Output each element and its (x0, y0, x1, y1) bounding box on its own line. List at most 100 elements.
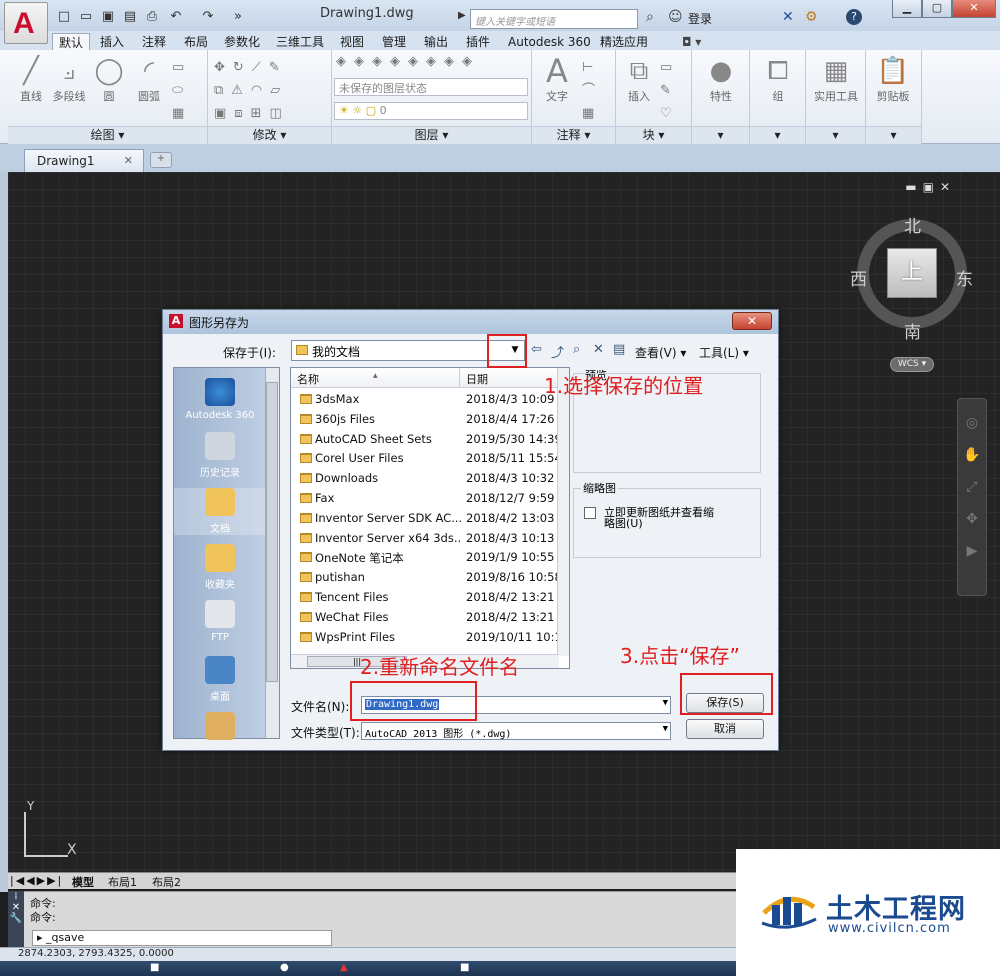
clipboard-tool[interactable]: 📋 剪贴板 (870, 54, 916, 104)
compass-west[interactable]: 西 (850, 265, 867, 290)
tab-model[interactable]: 模型 (72, 874, 94, 890)
place-documents[interactable]: 文档 (174, 488, 266, 535)
file-row[interactable]: Downloads 2018/4/3 10:32 (291, 469, 559, 489)
draw-small-tools[interactable]: ▭ ⬭ ▦ (172, 56, 202, 125)
taskbar-app-icon[interactable]: ■ (150, 962, 159, 976)
place-history[interactable]: 历史记录 (174, 432, 266, 479)
close-tab-icon[interactable]: ✕ (124, 154, 133, 167)
print-icon[interactable]: ⎙ (144, 9, 160, 25)
minimize-button[interactable]: ▁ (892, 0, 922, 18)
file-row[interactable]: WpsPrint Files 2019/10/11 10:1 (291, 628, 562, 648)
layer-current-select[interactable]: ☀ ☼ ▢ 0 (334, 102, 528, 120)
taskbar-app-icon[interactable]: ● (280, 962, 289, 976)
tab-view[interactable]: 视图 (334, 33, 370, 51)
update-thumbnail-checkbox[interactable] (584, 507, 596, 519)
tab-drawing1[interactable]: Drawing1 ✕ (24, 149, 144, 172)
text-tool[interactable]: A 文字 (534, 54, 580, 104)
annotate-panel-title[interactable]: 注释 ▾ (532, 126, 615, 144)
ribbon-toggle-icon[interactable]: ◘ ▾ (676, 33, 707, 51)
layout-nav-icon[interactable]: |◀◀▶▶| (10, 874, 63, 887)
places-scroll-thumb[interactable] (266, 382, 278, 682)
block-panel-title[interactable]: 块 ▾ (616, 126, 691, 144)
open-file-icon[interactable]: ▭ (78, 9, 94, 25)
viewport-controls[interactable]: ▬▣✕ (905, 180, 956, 194)
properties-tool[interactable]: ● 特性 (698, 54, 744, 104)
orbit-icon[interactable]: ✥ (958, 511, 986, 527)
file-row[interactable]: Fax 2018/12/7 9:59 (291, 489, 559, 509)
redo-icon[interactable]: ↷ (200, 9, 216, 25)
places-scrollbar[interactable] (265, 368, 279, 738)
taskbar-autocad-icon[interactable]: ▲ (340, 962, 348, 976)
group-tool[interactable]: ⧠ 组 (755, 54, 801, 104)
help-icon[interactable]: ? (846, 9, 862, 25)
view-menu[interactable]: 查看(V) ▾ (635, 344, 686, 361)
tab-featured-apps[interactable]: 精选应用 (594, 33, 654, 51)
viewcube-top-face[interactable]: 上 (887, 248, 937, 298)
cancel-button[interactable]: 取消 (686, 719, 764, 739)
utilities-collapse[interactable]: ▾ (806, 126, 865, 144)
tab-manage[interactable]: 管理 (376, 33, 412, 51)
tab-layout1[interactable]: 布局1 (108, 874, 137, 890)
file-row[interactable]: putishan 2019/8/16 10:58 (291, 568, 562, 588)
apps-icon[interactable]: ⚙ (805, 9, 818, 25)
tab-insert[interactable]: 插入 (94, 33, 130, 51)
compass-south[interactable]: 南 (904, 318, 921, 343)
file-row[interactable]: Inventor Server SDK AC... 2018/4/2 13:03 (291, 509, 559, 529)
layer-tools[interactable]: ◈◈◈◈◈◈◈◈ (336, 54, 480, 69)
column-date-header[interactable]: 日期 (466, 371, 488, 387)
layer-state-select[interactable]: 未保存的图层状态 (334, 78, 528, 96)
insert-tool[interactable]: ⧉ 插入 (616, 54, 662, 104)
user-icon[interactable]: ☺ (668, 9, 683, 25)
file-row[interactable]: AutoCAD Sheet Sets 2019/5/30 14:39 (291, 430, 562, 450)
exchange-icon[interactable]: ✕ (782, 9, 794, 25)
modify-tools[interactable]: ✥↻⟋✎ ⧉⚠◠▱ ▣⧈⊞◫ (214, 56, 290, 125)
clipboard-collapse[interactable]: ▾ (866, 126, 921, 144)
tab-autodesk-360[interactable]: Autodesk 360 (502, 33, 597, 51)
filetype-select[interactable]: AutoCAD 2013 图形 (*.dwg) ▼ (361, 722, 671, 740)
save-as-icon[interactable]: ▤ (122, 9, 138, 25)
save-icon[interactable]: ▣ (100, 9, 116, 25)
steering-wheel-icon[interactable]: ◎ (958, 415, 986, 431)
login-button[interactable]: 登录 (688, 10, 712, 27)
column-divider[interactable] (459, 368, 460, 388)
file-row[interactable]: Inventor Server x64 3ds... 2018/4/3 10:13 (291, 529, 559, 549)
delete-icon[interactable]: ✕ (593, 342, 604, 357)
tools-menu[interactable]: 工具(L) ▾ (699, 344, 749, 361)
showmotion-icon[interactable]: ▶ (958, 543, 986, 559)
column-name-header[interactable]: 名称 (297, 371, 319, 387)
more-icon[interactable]: » (230, 9, 246, 25)
layer-panel-title[interactable]: 图层 ▾ (332, 126, 531, 144)
dialog-title-bar[interactable]: A 图形另存为 ✕ (163, 310, 778, 334)
place-ftp[interactable]: FTP (174, 600, 266, 643)
tab-plugins[interactable]: 插件 (460, 33, 496, 51)
tab-parametric[interactable]: 参数化 (218, 33, 266, 51)
up-folder-icon[interactable]: ⤴ (551, 342, 564, 361)
place-favorites[interactable]: 收藏夹 (174, 544, 266, 591)
tab-home[interactable]: 默认 (52, 33, 91, 51)
restore-button[interactable]: ▢ (922, 0, 952, 18)
modify-panel-title[interactable]: 修改 ▾ (208, 126, 331, 144)
place-more[interactable] (174, 712, 266, 744)
new-folder-icon[interactable]: ▤ (613, 342, 625, 357)
pan-icon[interactable]: ✋ (958, 447, 986, 463)
file-row[interactable]: 3dsMax 2018/4/3 10:09 (291, 390, 559, 410)
binoculars-icon[interactable]: ⌕ (646, 9, 654, 25)
arc-tool[interactable]: ◜ 圆弧 (126, 54, 172, 104)
window-close-button[interactable]: ✕ (952, 0, 996, 18)
new-tab-button[interactable]: + (150, 152, 172, 168)
place-desktop[interactable]: 桌面 (174, 656, 266, 703)
draw-panel-title[interactable]: 绘图 ▾ (8, 126, 207, 144)
tab-3d-tools[interactable]: 三维工具 (270, 33, 330, 51)
compass-north[interactable]: 北 (904, 212, 921, 237)
taskbar-app-icon[interactable]: ■ (460, 962, 469, 976)
dialog-close-button[interactable]: ✕ (732, 312, 772, 330)
block-small-tools[interactable]: ▭ ✎ ♡ (660, 56, 680, 125)
zoom-icon[interactable]: ⤢ (958, 479, 986, 495)
file-row[interactable]: Tencent Files 2018/4/2 13:21 (291, 588, 559, 608)
tab-output[interactable]: 输出 (418, 33, 454, 51)
annotate-small-tools[interactable]: ⊢ ⌒ ▦ (582, 56, 603, 125)
compass-east[interactable]: 东 (956, 265, 973, 290)
groups-collapse[interactable]: ▾ (750, 126, 805, 144)
app-menu-button[interactable]: A (4, 2, 48, 44)
command-input[interactable]: ▸ _qsave (32, 930, 332, 946)
